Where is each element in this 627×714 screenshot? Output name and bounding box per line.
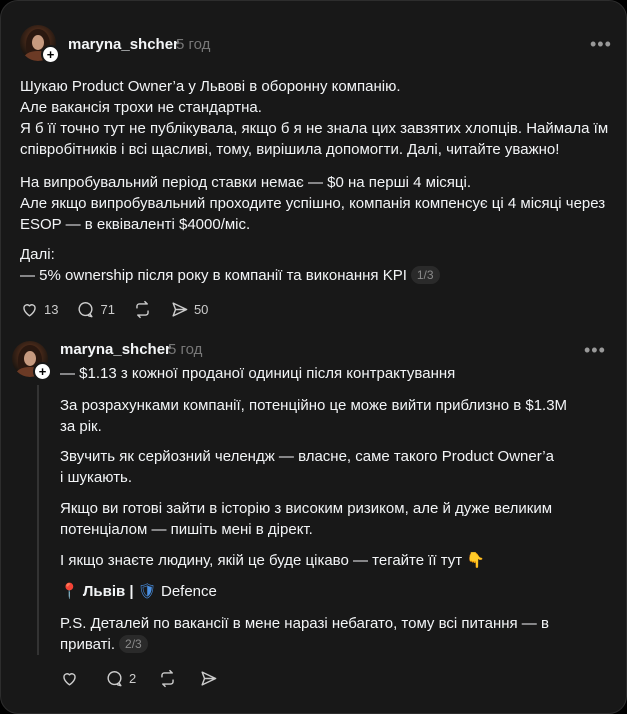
send-icon (172, 301, 188, 317)
post-actions: 13 71 50 (20, 298, 222, 320)
page-indicator: 1/3 (410, 266, 440, 284)
post-body-line: І якщо знаєте людину, якій це буде цікав… (60, 552, 463, 569)
like-button[interactable]: 13 (20, 300, 58, 319)
share-button[interactable]: 50 (170, 300, 208, 319)
post-body-paragraph: Якщо ви готові зайти в історію з високим… (60, 500, 553, 538)
like-button[interactable] (60, 669, 79, 688)
more-options-icon[interactable]: ••• (584, 340, 606, 361)
follow-plus-icon[interactable]: + (33, 362, 52, 381)
repost-button[interactable] (158, 669, 177, 688)
post-actions: 2 (60, 667, 232, 689)
post-body-paragraph: За розрахунками компанії, потенційно це … (60, 397, 568, 435)
heart-icon (63, 672, 76, 686)
post-body-paragraph: Далі: (20, 246, 55, 263)
post-username[interactable]: maryna_shcher (68, 36, 179, 53)
thread-connector-line (37, 385, 39, 655)
repost-icon (161, 669, 174, 687)
reply-button[interactable]: 71 (76, 300, 115, 319)
post-time: 5 год (168, 341, 203, 358)
comment-icon (78, 301, 94, 317)
post-body-paragraph: 📍 Львів | 🛡 Defence (60, 581, 620, 602)
post-body-paragraph: На випробувальний період ставки немає — … (20, 174, 606, 233)
post-body-line: — 5% ownership після року в компанії та … (20, 267, 407, 284)
reply-button[interactable]: 2 (105, 669, 136, 688)
pin-icon: 📍 (60, 583, 79, 600)
more-options-icon[interactable]: ••• (590, 34, 612, 55)
share-count: 50 (193, 301, 209, 317)
page-indicator: 2/3 (119, 635, 148, 653)
location-text: Львів | (82, 583, 134, 600)
post-body-paragraph: І якщо знаєте людину, якій це буде цікав… (60, 550, 620, 571)
shield-icon: 🛡 (137, 583, 157, 600)
heart-icon (23, 303, 36, 317)
send-icon (201, 670, 217, 686)
post-body-paragraph: — $1.13 з кожної проданої одиниці після … (60, 365, 456, 382)
post-body-paragraph: — 5% ownership після року в компанії та … (20, 265, 615, 286)
follow-plus-icon[interactable]: + (41, 45, 60, 64)
post-body-paragraph: Шукаю Product Owner’а у Львові в оборонн… (20, 78, 609, 158)
post-username[interactable]: maryna_shcher (60, 341, 171, 358)
post-body-paragraph: P.S. Деталей по вакансії в мене наразі н… (60, 613, 620, 655)
reply-count: 2 (129, 670, 137, 686)
post-body-paragraph: Звучить як серйозний челендж — власне, с… (60, 448, 554, 486)
tag-text: Defence (160, 583, 217, 600)
comment-icon (107, 670, 122, 686)
repost-button[interactable] (133, 300, 152, 319)
share-button[interactable] (199, 669, 218, 688)
pointing-down-emoji: 👇 (466, 552, 486, 569)
reply-count: 71 (100, 301, 115, 317)
like-count: 13 (44, 301, 59, 317)
thread-card: + maryna_shcher 5 год ••• Шукаю Product … (0, 0, 627, 714)
post-time: 5 год (176, 36, 211, 53)
repost-icon (136, 300, 149, 318)
